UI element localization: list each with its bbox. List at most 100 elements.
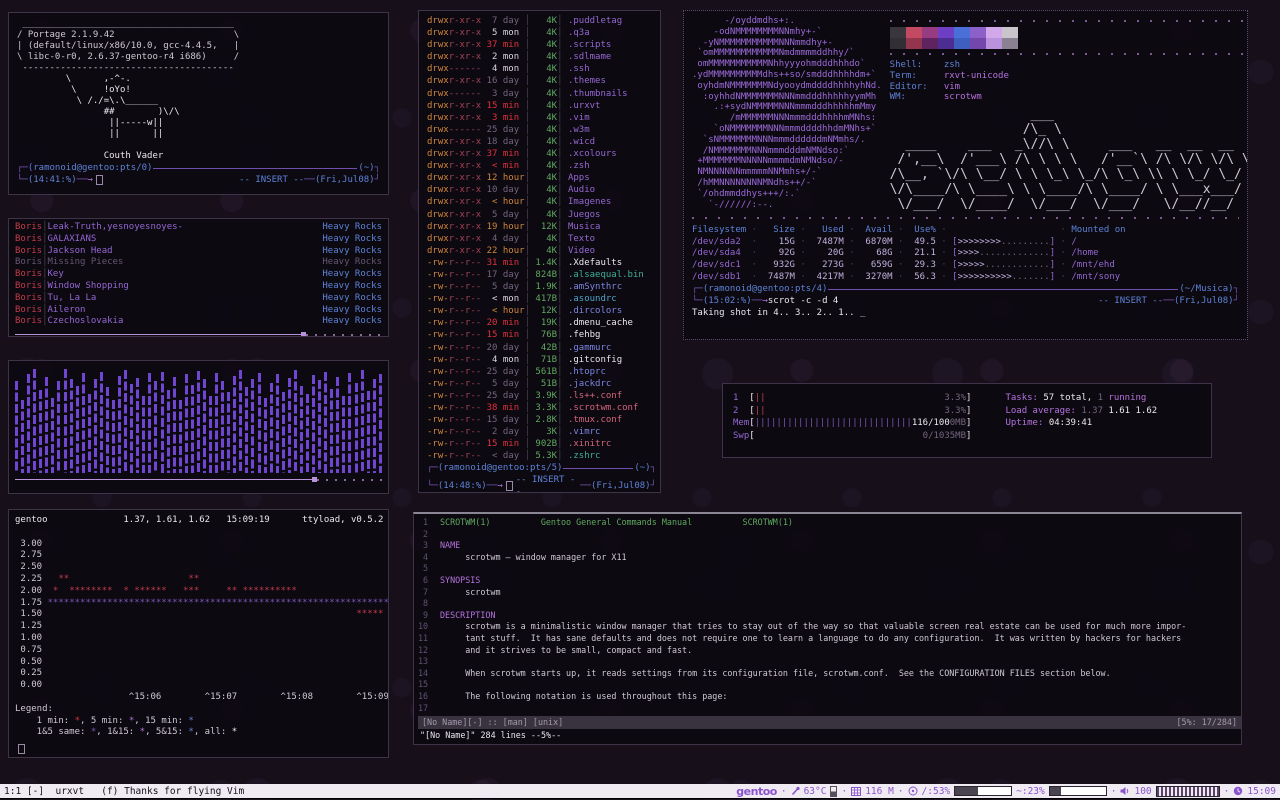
- spectrum-bar: [167, 390, 170, 473]
- playlist-track[interactable]: Boris │ Jackson HeadHeavy Rocks: [15, 246, 382, 258]
- clock-icon: [1233, 786, 1243, 796]
- spectrum-bar: [264, 398, 267, 473]
- color-swatch: [938, 38, 954, 49]
- zsh-prompt-pts5[interactable]: ┌─(ramonoid@gentoo:pts/5)(~)┐└─(14:48:%)…: [427, 462, 656, 493]
- zsh-prompt-pts0[interactable]: ┌─(ramonoid@gentoo:pts/0)(~)┐└─(14:41:%)…: [17, 162, 380, 186]
- spectrum-bar: [324, 372, 327, 473]
- volume-meter[interactable]: [1156, 786, 1220, 797]
- status-bar[interactable]: 1:1 [-] urxvt (f) Thanks for flying Vim …: [0, 784, 1280, 799]
- volume-level: 100: [1134, 786, 1151, 797]
- playlist-track[interactable]: Boris │ CzechoslovakiaHeavy Rocks: [15, 316, 382, 328]
- playlist-track[interactable]: Boris │ Leak-Truth,yesnoyesnoyes-Heavy R…: [15, 222, 382, 234]
- workspace-indicator[interactable]: 1:1 [-] urxvt (f) Thanks for flying Vim: [0, 786, 244, 797]
- file-list: drwxr-xr-x 7 day │ 4K│ .puddletagdrwxr-x…: [427, 15, 656, 462]
- spectrum-bar: [306, 394, 309, 473]
- spectrum-bar: [106, 387, 109, 473]
- vim-scroll-position: [5%: 17/284]: [1176, 716, 1237, 729]
- color-swatch: [922, 27, 938, 38]
- gentoo-logo: gentoo: [736, 785, 777, 798]
- spectrum-bar: [154, 381, 157, 473]
- spectrum-bar: [233, 376, 236, 473]
- playlist: Boris │ Leak-Truth,yesnoyesnoyes-Heavy R…: [15, 222, 382, 328]
- spectrum-bar: [136, 378, 139, 473]
- visualizer-window[interactable]: [8, 360, 389, 494]
- separator-dot: ·: [781, 786, 787, 797]
- status-bar-right: gentoo · 63°C · 116 M · /:53% ~:23% · 10…: [736, 785, 1280, 798]
- battery-icon: [830, 786, 837, 797]
- sysinfo-window[interactable]: -/oyddmdhs+:. -odNMMMMMMMMNNmhy+-` -yNMM…: [683, 10, 1248, 340]
- spectrum-bar: [33, 369, 36, 473]
- cowsay-output: _______________________________________/…: [17, 19, 380, 162]
- speaker-icon[interactable]: [1120, 786, 1130, 796]
- spectrum-bar: [142, 396, 145, 473]
- music-playlist-window[interactable]: Boris │ Leak-Truth,yesnoyesnoyes-Heavy R…: [8, 218, 389, 337]
- dotted-separator: [890, 53, 1248, 56]
- ttyload-window[interactable]: gentoo 1.37, 1.61, 1.62 15:09:19 ttyload…: [8, 509, 389, 758]
- color-swatch: [986, 27, 1002, 38]
- color-swatch: [970, 27, 986, 38]
- terminal-cowsay[interactable]: _______________________________________/…: [8, 12, 389, 195]
- spectrum-bar: [70, 379, 73, 473]
- spectrum-bar: [179, 400, 182, 473]
- playlist-track[interactable]: Boris │ Missing PiecesHeavy Rocks: [15, 257, 382, 269]
- spectrum-bar: [282, 392, 285, 473]
- home-usage: ~:23%: [1016, 786, 1045, 797]
- spectrum-bar: [318, 380, 321, 473]
- color-swatch: [954, 27, 970, 38]
- ttyload-chart: 3.00 2.75 2.50 2.25 ** ** 2.00 * *******…: [15, 539, 382, 704]
- spectrum-bar: [373, 379, 376, 473]
- spectrum-bars: [15, 369, 382, 473]
- spectrum-bar: [348, 373, 351, 473]
- spectrum-bar: [227, 392, 230, 473]
- man-page-text: 1SCROTWM(1) Gentoo General Commands Manu…: [418, 517, 1241, 714]
- playlist-track[interactable]: Boris │ AileronHeavy Rocks: [15, 305, 382, 317]
- spectrum-bar: [258, 373, 261, 473]
- playlist-track[interactable]: Boris │ Window ShoppingHeavy Rocks: [15, 281, 382, 293]
- spectrum-bar: [94, 379, 97, 473]
- terminal-cursor: [506, 481, 513, 491]
- spectrum-bar: [57, 381, 60, 473]
- home-usage-bar: [1049, 786, 1107, 796]
- visualizer-progress[interactable]: [15, 475, 382, 483]
- root-usage-bar: [954, 786, 1012, 796]
- terminal-color-palette: [890, 27, 1248, 49]
- df-table: Filesystem · Size · Used · Avail · Use% …: [692, 225, 1239, 283]
- playback-progress[interactable]: [15, 330, 382, 337]
- spectrum-bar: [379, 374, 382, 473]
- file-listing-window[interactable]: drwxr-xr-x 7 day │ 4K│ .puddletagdrwxr-x…: [418, 10, 661, 493]
- spectrum-bar: [355, 383, 358, 473]
- scrot-countdown: Taking shot in 4.. 3.. 2.. 1.. _: [692, 307, 1239, 319]
- scrotwm-ascii-logo: ___ /\_ \ ____ ___ _\//\ \ ___ __ __ __ …: [890, 107, 1248, 212]
- zsh-prompt-pts4[interactable]: ┌─(ramonoid@gentoo:pts/4)(~/Musica)┐└─(1…: [692, 283, 1239, 307]
- color-swatch: [954, 38, 970, 49]
- playlist-track[interactable]: Boris │ KeyHeavy Rocks: [15, 269, 382, 281]
- htop-meters: 1 [|| 3.3%]2 [|| 3.3%]Mem[||||||||||||||…: [733, 392, 971, 442]
- playlist-track[interactable]: Boris │ Tu, La LaHeavy Rocks: [15, 293, 382, 305]
- playlist-track[interactable]: Boris │ GALAXIANSHeavy Rocks: [15, 234, 382, 246]
- color-swatch: [986, 38, 1002, 49]
- spectrum-bar: [191, 385, 194, 473]
- spectrum-bar: [197, 371, 200, 473]
- spectrum-bar: [15, 381, 18, 473]
- spectrum-bar: [173, 377, 176, 473]
- spectrum-bar: [39, 390, 42, 473]
- htop-window[interactable]: 1 [|| 3.3%]2 [|| 3.3%]Mem[||||||||||||||…: [722, 383, 1212, 458]
- memory-icon: [851, 787, 861, 796]
- color-swatch: [938, 27, 954, 38]
- dotted-separator: [890, 20, 1248, 23]
- spectrum-bar: [221, 381, 224, 473]
- color-swatch: [1002, 38, 1018, 49]
- spectrum-bar: [185, 374, 188, 473]
- system-info: Shell: zshTerm: rxvt-unicodeEditor: vimW…: [890, 60, 1248, 103]
- spectrum-bar: [342, 396, 345, 473]
- htop-stats: Tasks: 57 total, 1 runningLoad average: …: [1005, 392, 1157, 442]
- spectrum-bar: [270, 383, 273, 473]
- spectrum-bar: [215, 373, 218, 473]
- spectrum-bar: [51, 398, 54, 473]
- spectrum-bar: [118, 376, 121, 473]
- root-usage: /:53%: [922, 786, 951, 797]
- spectrum-bar: [130, 384, 133, 473]
- spectrum-bar: [100, 372, 103, 473]
- separator-dot: ·: [898, 786, 904, 797]
- man-page-window[interactable]: 1SCROTWM(1) Gentoo General Commands Manu…: [413, 512, 1242, 745]
